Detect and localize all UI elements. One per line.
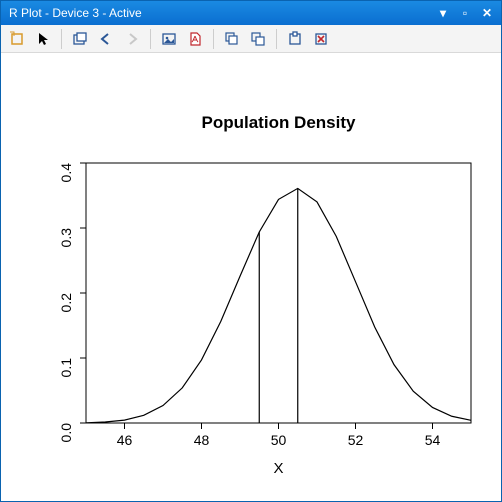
chart-title: Population Density [202,113,357,132]
fit-window-icon[interactable] [283,27,307,51]
close-button[interactable]: ✕ [477,5,497,21]
toolbar-separator [150,29,151,49]
toolbar-separator [213,29,214,49]
window-controls: ▾ ▫ ✕ [433,5,497,21]
plot-box [86,163,471,423]
select-cursor-icon[interactable] [31,27,55,51]
export-image-icon[interactable] [157,27,181,51]
toolbar-separator [276,29,277,49]
y-tick-label: 0.4 [58,163,74,183]
plot-area[interactable]: Population Density 46 48 50 52 54 0.0 0.1 0.2 0.3… [1,53,501,501]
x-tick-label: 50 [271,432,287,448]
x-tick-label: 48 [194,432,210,448]
close-device-icon[interactable] [309,27,333,51]
copy-icon[interactable] [68,27,92,51]
back-arrow-icon[interactable] [94,27,118,51]
density-curve [86,188,471,422]
maximize-button[interactable]: ▫ [455,5,475,21]
chart-svg: Population Density 46 48 50 52 54 0.0 0.1 0.2 0.3… [1,53,501,501]
toolbar [1,25,501,53]
new-window-icon[interactable] [5,27,29,51]
window-titlebar: R Plot - Device 3 - Active ▾ ▫ ✕ [1,1,501,25]
forward-arrow-icon[interactable] [120,27,144,51]
y-tick-label: 0.0 [58,423,74,443]
y-tick-label: 0.1 [58,358,74,378]
x-tick-label: 54 [425,432,441,448]
cascade-windows-icon[interactable] [220,27,244,51]
export-pdf-icon[interactable] [183,27,207,51]
window-title: R Plot - Device 3 - Active [9,6,433,20]
minimize-button[interactable]: ▾ [433,5,453,21]
x-tick-label: 46 [117,432,133,448]
x-axis-label: X [273,460,283,477]
x-tick-label: 52 [348,432,364,448]
y-tick-label: 0.2 [58,293,74,313]
y-tick-label: 0.3 [58,228,74,248]
toolbar-separator [61,29,62,49]
tile-windows-icon[interactable] [246,27,270,51]
